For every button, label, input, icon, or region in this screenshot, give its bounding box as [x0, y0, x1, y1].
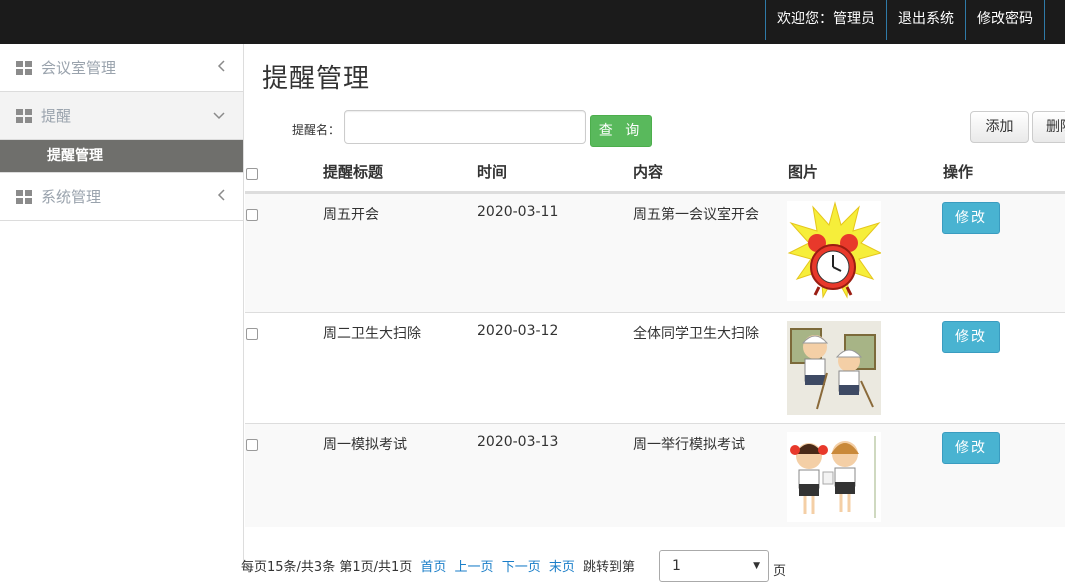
column-header: 内容	[633, 163, 664, 181]
row-checkbox[interactable]	[246, 209, 258, 221]
table-row: 周二卫生大扫除 2020-03-12 全体同学卫生大扫除 修改	[245, 312, 1065, 423]
reminder-content: 全体同学卫生大扫除	[633, 326, 759, 342]
sidebar-item-label: 会议室管理	[41, 59, 117, 77]
table-row: 周五开会 2020-03-11 周五第一会议室开会 修改	[245, 193, 1065, 312]
chevron-left-icon	[217, 44, 225, 92]
delete-button[interactable]: 删除	[1032, 111, 1065, 143]
edit-button[interactable]: 修改	[942, 321, 1000, 353]
grid-icon	[16, 109, 32, 123]
top-nav-links: 欢迎您：管理员 退出系统 修改密码	[765, 0, 1045, 40]
search-label: 提醒名：	[292, 123, 341, 137]
logout-link[interactable]: 退出系统	[886, 0, 965, 40]
cleaning-students-picture	[787, 321, 881, 415]
page-title: 提醒管理	[262, 64, 371, 94]
sidebar-item-label: 系统管理	[41, 188, 102, 206]
welcome-user: 欢迎您：管理员	[765, 0, 886, 40]
sidebar-subitem-label: 提醒管理	[47, 148, 103, 164]
reminder-title: 周二卫生大扫除	[323, 326, 421, 342]
page-jump-select[interactable]: 1 ▼	[659, 550, 769, 582]
sidebar-item-system[interactable]: 系统管理	[0, 173, 243, 221]
column-header: 操作	[943, 163, 974, 181]
pagination: 每页15条/共3条 第1页/共1页 首页 上一页 下一页 末页 跳转到第	[241, 556, 639, 575]
alarm-clock-picture	[787, 201, 881, 301]
page-jump-value: 1	[672, 558, 681, 574]
reminder-content: 周一举行模拟考试	[633, 437, 745, 453]
chevron-down-icon	[213, 92, 225, 140]
top-navbar: 欢迎您：管理员 退出系统 修改密码	[0, 0, 1065, 44]
reminder-time: 2020-03-11	[477, 204, 559, 220]
grid-icon	[16, 61, 32, 75]
first-page-link[interactable]: 首页	[420, 560, 446, 575]
sidebar: 会议室管理 提醒 提醒管理 系统管理	[0, 44, 244, 571]
sidebar-subitem-reminder-management[interactable]: 提醒管理	[0, 140, 243, 173]
pagination-summary: 每页15条/共3条 第1页/共1页	[241, 560, 413, 575]
column-header: 提醒标题	[323, 163, 384, 181]
page-unit-label: 页	[773, 564, 787, 579]
column-header: 图片	[788, 163, 819, 181]
reminder-title: 周五开会	[323, 207, 379, 223]
select-all-checkbox[interactable]	[246, 168, 258, 180]
table-row: 周一模拟考试 2020-03-13 周一举行模拟考试 修改	[245, 423, 1065, 527]
dropdown-arrow-icon: ▼	[753, 561, 760, 571]
prev-page-link[interactable]: 上一页	[455, 560, 494, 575]
last-page-link[interactable]: 末页	[549, 560, 575, 575]
reminder-time: 2020-03-13	[477, 434, 559, 450]
grid-icon	[16, 190, 32, 204]
table-header: 提醒标题 时间 内容 图片 操作	[245, 158, 1065, 193]
sidebar-item-meeting-room[interactable]: 会议室管理	[0, 44, 243, 92]
edit-button[interactable]: 修改	[942, 432, 1000, 464]
chevron-left-icon	[217, 173, 225, 221]
next-page-link[interactable]: 下一页	[502, 560, 541, 575]
column-header: 时间	[477, 163, 508, 181]
search-button[interactable]: 查 询	[590, 115, 652, 147]
edit-button[interactable]: 修改	[942, 202, 1000, 234]
main-content: 提醒管理 提醒名： 查 询 添加 删除 提醒标题 时间 内容 图片 操作 周五开…	[241, 44, 1065, 582]
row-checkbox[interactable]	[246, 328, 258, 340]
sidebar-item-reminder[interactable]: 提醒	[0, 92, 243, 140]
exam-students-picture	[787, 432, 881, 522]
sidebar-item-label: 提醒	[41, 107, 72, 125]
change-password-link[interactable]: 修改密码	[965, 0, 1045, 40]
reminder-title: 周一模拟考试	[323, 437, 407, 453]
row-checkbox[interactable]	[246, 439, 258, 451]
reminder-time: 2020-03-12	[477, 323, 559, 339]
reminder-content: 周五第一会议室开会	[633, 207, 759, 223]
search-input[interactable]	[344, 110, 586, 144]
jump-label: 跳转到第	[583, 560, 636, 575]
add-button[interactable]: 添加	[970, 111, 1029, 143]
